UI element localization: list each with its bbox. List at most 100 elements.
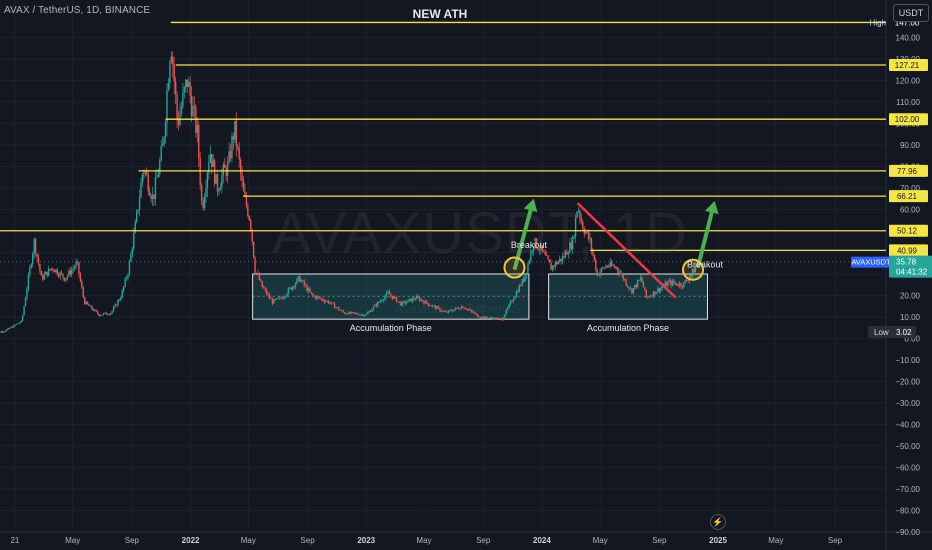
candle	[349, 311, 352, 314]
candle	[169, 62, 171, 84]
candle	[229, 151, 232, 159]
price-tick-label: −90.00	[895, 528, 920, 537]
candle	[623, 279, 626, 281]
candle	[655, 292, 658, 295]
currency-button[interactable]: USDT	[893, 4, 929, 22]
candle	[306, 285, 308, 292]
candle	[368, 311, 370, 313]
level-price-tag: 127.21	[895, 61, 920, 70]
candle	[446, 311, 448, 313]
candle	[117, 300, 119, 306]
candle	[521, 279, 523, 286]
time-axis[interactable]: 21 May Sep 2022 May Sep 2023 May Sep 2024 May Sep 20…	[10, 536, 842, 545]
time-tick-label: May	[768, 536, 783, 545]
lightning-icon[interactable]: ⚡	[710, 514, 726, 530]
candle	[193, 106, 196, 108]
zone-label: Accumulation Phase	[350, 323, 432, 333]
candle	[338, 307, 340, 310]
candle	[460, 306, 463, 309]
candle	[420, 299, 422, 301]
candle	[579, 210, 581, 219]
candle	[645, 289, 648, 298]
candle	[192, 106, 194, 117]
candle	[507, 307, 509, 310]
candle	[150, 195, 152, 200]
candle	[231, 136, 233, 159]
price-tick-label: −40.00	[895, 421, 920, 430]
candle	[494, 317, 496, 320]
candle	[573, 236, 575, 238]
candle	[574, 217, 577, 237]
candle	[652, 291, 655, 297]
price-axis[interactable]: 140.00130.00120.00110.00100.0090.0080.00…	[895, 34, 920, 538]
candle	[296, 278, 298, 284]
candle	[130, 253, 132, 262]
candle	[69, 270, 71, 275]
candle	[206, 172, 209, 189]
candle	[470, 310, 473, 312]
candle	[302, 280, 304, 282]
candle	[146, 171, 148, 175]
candle	[595, 260, 597, 271]
time-tick-label: Sep	[652, 536, 667, 545]
time-tick-label: 2023	[357, 536, 375, 545]
candle	[221, 175, 223, 188]
candle	[401, 301, 404, 306]
level-price-tag: 77.96	[897, 167, 918, 176]
symbol-tag: AVAXUSDT	[851, 258, 891, 267]
candle	[605, 266, 607, 269]
candle	[250, 220, 252, 230]
candle	[141, 174, 144, 183]
candle	[203, 197, 206, 209]
candle	[216, 174, 219, 192]
candle	[32, 253, 34, 265]
candle	[434, 305, 437, 309]
candle	[24, 298, 27, 307]
candle	[615, 267, 617, 268]
candle	[577, 210, 580, 212]
candle	[671, 280, 674, 286]
candle	[222, 164, 225, 176]
candle	[120, 297, 122, 300]
candle	[476, 313, 479, 317]
candle	[431, 305, 434, 307]
candle	[603, 267, 606, 269]
candle	[527, 263, 529, 273]
candle	[455, 307, 457, 310]
price-chart[interactable]: Accumulation Phase Accumulation Phase Bre…	[0, 0, 932, 550]
candle	[348, 311, 350, 315]
candle	[264, 288, 266, 290]
candle	[411, 298, 414, 302]
candle	[371, 309, 373, 312]
price-tick-label: −20.00	[895, 378, 920, 387]
price-tick-label: −30.00	[895, 399, 920, 408]
candle	[96, 311, 99, 314]
candle	[92, 308, 95, 311]
candle	[173, 64, 175, 82]
candle	[560, 258, 562, 261]
candle	[410, 298, 412, 302]
price-tick-label: 120.00	[896, 77, 921, 86]
candle	[6, 329, 8, 331]
breakout-label: Breakout	[687, 260, 724, 270]
candle	[469, 309, 471, 311]
candle	[443, 310, 445, 312]
accumulation-zone	[548, 273, 708, 320]
candle	[661, 286, 663, 289]
candle	[606, 266, 609, 267]
candle	[365, 313, 367, 316]
horizontal-levels[interactable]	[0, 21, 886, 252]
candle	[218, 189, 220, 192]
candle	[514, 296, 516, 300]
candle	[52, 268, 54, 271]
candle	[268, 294, 271, 299]
candle	[27, 275, 30, 289]
candle	[408, 298, 411, 300]
candle	[423, 301, 425, 304]
price-tick-label: −70.00	[895, 485, 920, 494]
candle	[668, 280, 671, 282]
candle	[600, 267, 603, 273]
candle	[241, 173, 243, 181]
candle	[616, 267, 619, 271]
candle	[37, 256, 40, 265]
